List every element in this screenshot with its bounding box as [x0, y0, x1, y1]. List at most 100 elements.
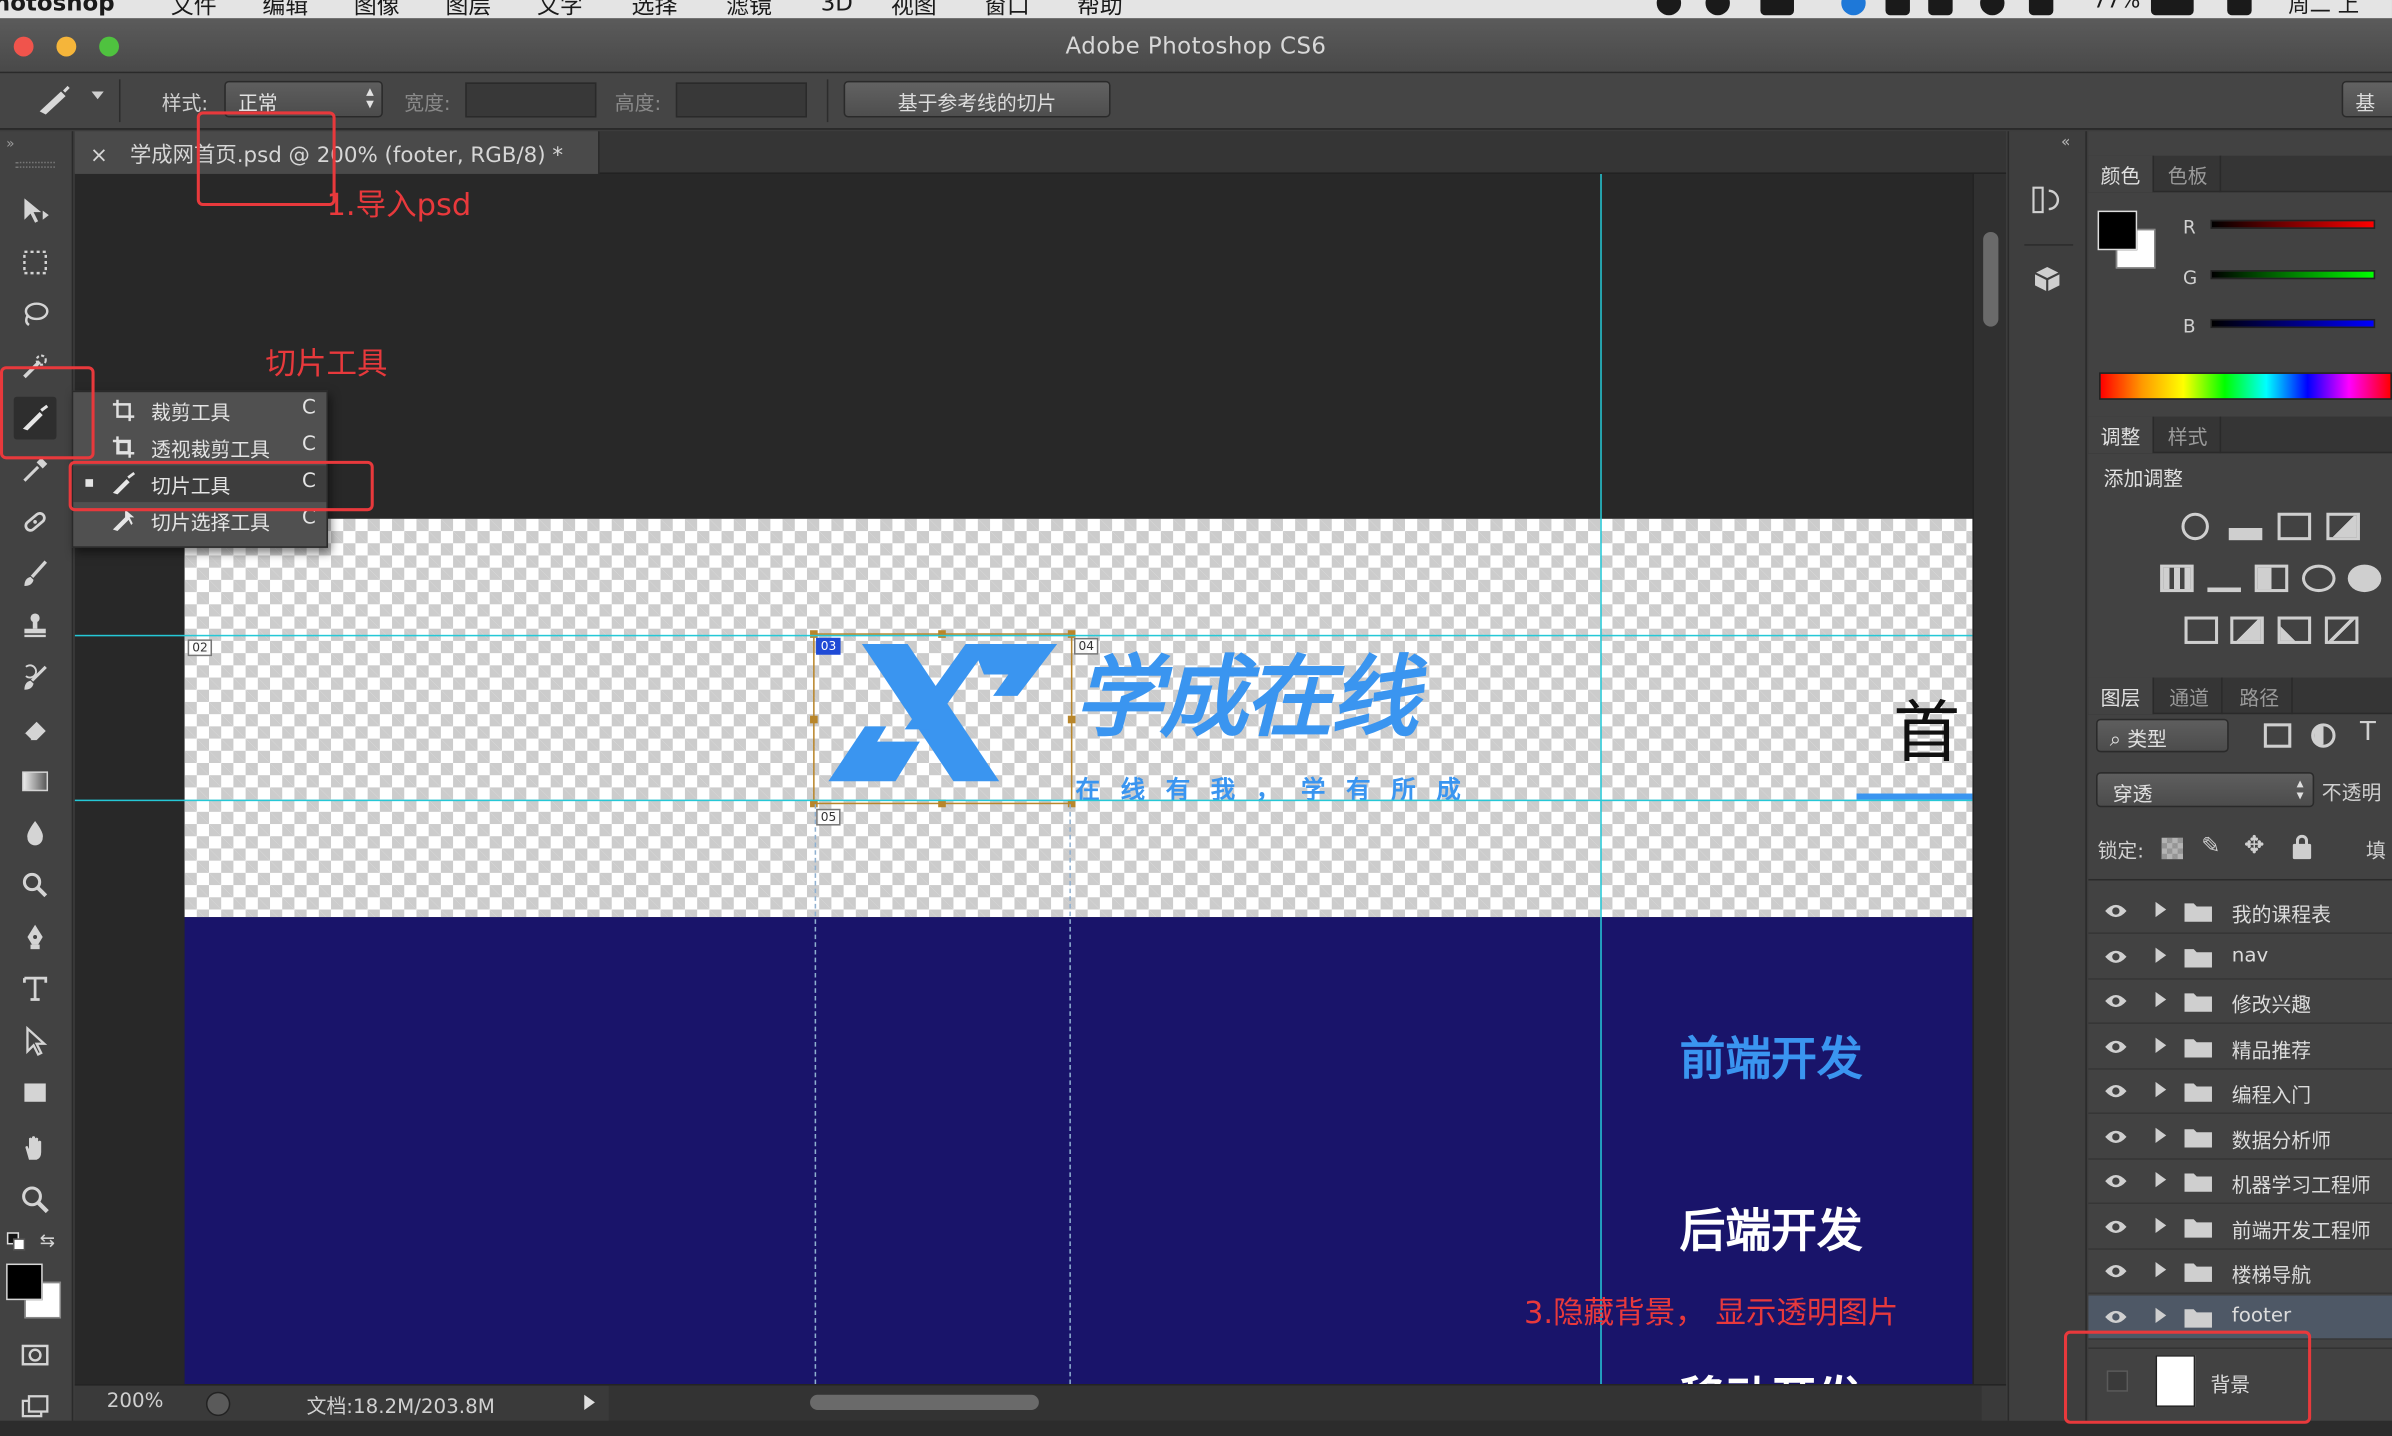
- color-panel-foreground-swatch[interactable]: [2097, 210, 2138, 251]
- hand-tool[interactable]: [14, 1126, 57, 1169]
- tab-channels[interactable]: 通道: [2157, 677, 2223, 715]
- foreground-color-swatch-front[interactable]: [6, 1263, 43, 1301]
- status-icon-3[interactable]: [1760, 0, 1794, 16]
- layer-row[interactable]: 我的课程表: [2088, 890, 2392, 934]
- expand-triangle-icon[interactable]: [2155, 1217, 2167, 1234]
- layer-row[interactable]: 修改兴趣: [2088, 980, 2392, 1024]
- guide-horizontal-top[interactable]: [74, 634, 1973, 637]
- exposure-adjustment-icon[interactable]: [2326, 512, 2360, 541]
- document-tab[interactable]: × 学成网首页.psd @ 200% (footer, RGB/8) *: [74, 131, 600, 174]
- filter-pixel-layers-icon[interactable]: [2263, 723, 2292, 748]
- zoom-level[interactable]: 200%: [107, 1390, 164, 1413]
- lock-transparent-pixels-icon[interactable]: [2161, 837, 2183, 860]
- menu-help[interactable]: 帮助: [1077, 0, 1123, 18]
- status-info-icon[interactable]: [205, 1391, 231, 1417]
- history-brush-tool[interactable]: [14, 656, 57, 699]
- 3d-panel-icon[interactable]: [2030, 262, 2064, 296]
- clone-stamp-tool[interactable]: [14, 604, 57, 647]
- tab-swatches[interactable]: 色板: [2156, 155, 2222, 193]
- toolbar-grip[interactable]: [15, 161, 55, 168]
- blur-tool[interactable]: [14, 812, 57, 855]
- essentials-workspace-button[interactable]: 基: [2341, 80, 2392, 118]
- volume-icon[interactable]: [2028, 0, 2054, 16]
- swap-colors-icon[interactable]: ⇆: [40, 1230, 64, 1251]
- path-selection-tool[interactable]: [14, 1019, 57, 1062]
- type-tool[interactable]: [14, 967, 57, 1010]
- eye-icon[interactable]: [2104, 1218, 2128, 1236]
- battery-icon[interactable]: [2150, 0, 2194, 16]
- tab-paths[interactable]: 路径: [2227, 677, 2293, 715]
- menu-layer[interactable]: 图层: [445, 0, 491, 18]
- threshold-adjustment-icon[interactable]: [2277, 616, 2312, 644]
- healing-brush-tool[interactable]: [14, 501, 57, 544]
- menu-select[interactable]: 选择: [632, 0, 678, 18]
- hue-saturation-adjustment-icon[interactable]: [2160, 564, 2194, 593]
- rectangle-tool[interactable]: [14, 1071, 57, 1114]
- layer-row[interactable]: 精品推荐: [2088, 1025, 2392, 1070]
- horizontal-scroll-thumb[interactable]: [810, 1394, 1039, 1411]
- lock-position-icon[interactable]: ✥: [2244, 830, 2264, 859]
- lasso-tool[interactable]: [14, 293, 57, 336]
- color-balance-adjustment-icon[interactable]: [2207, 565, 2241, 593]
- vertical-scroll-thumb[interactable]: [1983, 231, 1999, 327]
- expand-triangle-icon[interactable]: [2155, 1127, 2167, 1143]
- photo-filter-adjustment-icon[interactable]: [2301, 564, 2336, 593]
- brightness-adjustment-icon[interactable]: [2181, 512, 2209, 541]
- horizontal-scrollbar[interactable]: [608, 1385, 1982, 1423]
- quick-mask-button[interactable]: [14, 1334, 57, 1377]
- tool-preset-picker[interactable]: [34, 84, 77, 118]
- wifi-icon[interactable]: [1980, 0, 2005, 16]
- levels-adjustment-icon[interactable]: [2228, 513, 2263, 541]
- expand-triangle-icon[interactable]: [2155, 947, 2167, 963]
- expand-triangle-icon[interactable]: [2155, 1262, 2167, 1278]
- expand-triangle-icon[interactable]: [2155, 991, 2167, 1008]
- expand-triangle-icon[interactable]: [2155, 1171, 2167, 1188]
- layer-row[interactable]: nav: [2088, 935, 2392, 980]
- status-menu-arrow-icon[interactable]: [584, 1394, 595, 1411]
- tab-styles[interactable]: 样式: [2156, 416, 2222, 454]
- preset-dropdown-arrow-icon[interactable]: [91, 91, 104, 100]
- curves-adjustment-icon[interactable]: [2277, 512, 2312, 541]
- dock-collapse-icon[interactable]: «: [2061, 134, 2070, 151]
- slice-tag[interactable]: 04: [1073, 637, 1099, 655]
- height-field[interactable]: [675, 82, 807, 118]
- menu-file[interactable]: 文件: [171, 0, 217, 18]
- layer-row[interactable]: 机器学习工程师: [2088, 1160, 2392, 1205]
- tab-color[interactable]: 颜色: [2088, 155, 2155, 193]
- gradient-map-adjustment-icon[interactable]: [2324, 616, 2359, 644]
- eye-icon[interactable]: [2104, 948, 2128, 966]
- eye-icon[interactable]: [2104, 1262, 2128, 1280]
- posterize-adjustment-icon[interactable]: [2230, 616, 2264, 644]
- color-spectrum-ramp[interactable]: [2099, 372, 2392, 400]
- status-icon-4[interactable]: [1841, 0, 1866, 16]
- user-icon[interactable]: [2227, 0, 2252, 16]
- guide-vertical[interactable]: [1600, 173, 1602, 1385]
- black-white-adjustment-icon[interactable]: [2254, 564, 2289, 593]
- status-icon-1[interactable]: [1656, 0, 1682, 16]
- menu-edit[interactable]: 编辑: [262, 0, 308, 18]
- slice-tag[interactable]: 05: [816, 808, 841, 826]
- menu-view[interactable]: 视图: [891, 0, 937, 18]
- vertical-scrollbar[interactable]: [1972, 173, 2007, 1385]
- slice-tag[interactable]: 02: [187, 639, 213, 657]
- red-slider[interactable]: [2210, 219, 2376, 229]
- status-icon-6[interactable]: [1928, 0, 1953, 16]
- flyout-crop-tool[interactable]: 裁剪工具 C: [73, 392, 326, 429]
- eye-icon[interactable]: [2104, 1172, 2128, 1190]
- width-field[interactable]: [465, 82, 597, 118]
- toolbar-collapse-icon[interactable]: »: [6, 137, 14, 152]
- slices-from-guides-button[interactable]: 基于参考线的切片: [843, 80, 1111, 118]
- expand-triangle-icon[interactable]: [2155, 1037, 2167, 1053]
- filter-adjustment-layers-icon[interactable]: [2311, 723, 2336, 748]
- eye-icon[interactable]: [2104, 1308, 2128, 1326]
- gradient-tool[interactable]: [14, 760, 57, 803]
- invert-adjustment-icon[interactable]: [2184, 616, 2219, 644]
- menu-window[interactable]: 窗口: [984, 0, 1030, 18]
- expand-triangle-icon[interactable]: [2155, 1081, 2167, 1098]
- expand-triangle-icon[interactable]: [2155, 1307, 2167, 1324]
- eraser-tool[interactable]: [14, 708, 57, 751]
- status-icon-2[interactable]: [1705, 0, 1730, 16]
- close-tab-icon[interactable]: ×: [90, 143, 108, 167]
- layer-row[interactable]: 数据分析师: [2088, 1116, 2392, 1160]
- eye-icon[interactable]: [2104, 992, 2128, 1010]
